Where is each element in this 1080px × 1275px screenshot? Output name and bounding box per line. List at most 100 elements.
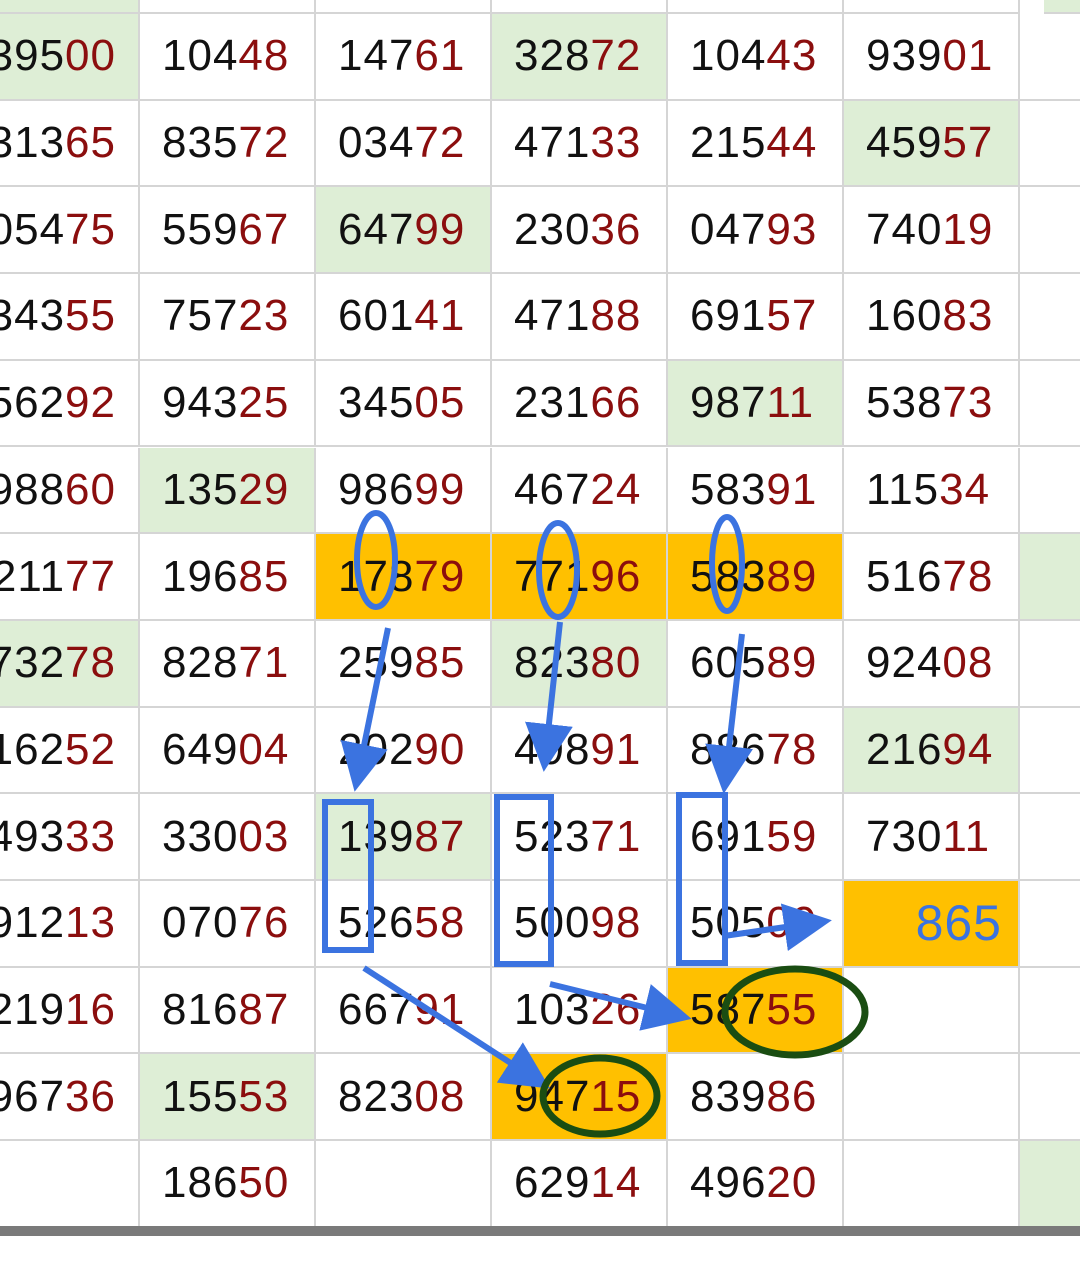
grid-cell[interactable]: 070 76 <box>140 881 316 968</box>
grid-cell-header-stub[interactable] <box>492 0 668 14</box>
grid-cell[interactable]: 500 98 <box>492 881 668 968</box>
grid-cell-header-stub[interactable] <box>844 0 1020 14</box>
grid-cell[interactable]: 395 00 <box>0 14 140 101</box>
grid-cell[interactable] <box>1020 1141 1080 1228</box>
grid-cell[interactable]: 605 89 <box>668 620 844 708</box>
grid-cell[interactable]: 115 34 <box>844 447 1020 535</box>
grid-cell[interactable]: 467 24 <box>492 447 668 535</box>
grid-cell[interactable] <box>844 1141 1020 1228</box>
grid-cell[interactable] <box>1020 14 1080 101</box>
grid-cell[interactable]: 047 93 <box>668 187 844 275</box>
grid-cell[interactable]: 459 57 <box>844 100 1020 188</box>
grid-cell[interactable]: 986 99 <box>316 447 492 535</box>
grid-cell[interactable]: 649 04 <box>140 707 316 795</box>
grid-cell[interactable]: 216 94 <box>844 707 1020 795</box>
grid-cell[interactable]: 587 55 <box>668 967 844 1055</box>
grid-cell[interactable]: 471 88 <box>492 274 668 361</box>
grid-cell[interactable] <box>1020 361 1080 448</box>
grid-cell[interactable]: 924 08 <box>844 620 1020 708</box>
grid-cell[interactable]: 516 78 <box>844 534 1020 621</box>
grid-cell[interactable]: 559 67 <box>140 187 316 275</box>
grid-cell[interactable]: 647 99 <box>316 187 492 275</box>
grid-cell[interactable]: 313 65 <box>0 100 140 188</box>
grid-cell[interactable] <box>316 1141 492 1228</box>
grid-cell[interactable]: 839 86 <box>668 1054 844 1142</box>
grid-cell[interactable]: 526 58 <box>316 881 492 968</box>
grid-cell[interactable] <box>1020 448 1080 535</box>
grid-cell[interactable]: 104 48 <box>140 14 316 101</box>
grid-cell[interactable] <box>1020 621 1080 708</box>
grid-cell[interactable]: 139 87 <box>316 794 492 881</box>
grid-cell[interactable]: 230 36 <box>492 187 668 275</box>
grid-cell[interactable] <box>1020 1054 1080 1142</box>
grid-cell[interactable]: 691 57 <box>668 274 844 361</box>
grid-cell[interactable]: 732 78 <box>0 620 140 708</box>
grid-cell[interactable]: 816 87 <box>140 967 316 1055</box>
grid-cell-header-stub[interactable] <box>668 0 844 14</box>
grid-cell[interactable]: 987 11 <box>668 360 844 448</box>
grid-cell[interactable]: 202 90 <box>316 707 492 795</box>
grid-cell[interactable]: 523 71 <box>492 794 668 881</box>
grid-cell[interactable]: 939 01 <box>844 14 1020 101</box>
grid-cell[interactable]: 343 55 <box>0 274 140 361</box>
grid-cell[interactable]: 196 85 <box>140 534 316 621</box>
grid-cell[interactable]: 828 71 <box>140 620 316 708</box>
grid-cell[interactable]: 691 59 <box>668 794 844 881</box>
grid-cell-header-stub[interactable] <box>140 0 316 14</box>
grid-cell[interactable]: 943 25 <box>140 360 316 448</box>
grid-cell[interactable]: 498 91 <box>492 707 668 795</box>
grid-cell[interactable] <box>0 1141 140 1228</box>
grid-cell[interactable]: 771 96 <box>492 534 668 621</box>
grid-cell[interactable] <box>844 967 1020 1055</box>
grid-cell[interactable] <box>1020 274 1080 361</box>
grid-cell[interactable]: 104 43 <box>668 14 844 101</box>
grid-cell[interactable] <box>1020 187 1080 275</box>
grid-cell[interactable]: 493 33 <box>0 794 140 881</box>
grid-cell-header-stub[interactable] <box>316 0 492 14</box>
grid-cell[interactable]: 583 91 <box>668 447 844 535</box>
grid-cell[interactable] <box>1020 101 1080 188</box>
grid-cell[interactable]: 103 26 <box>492 967 668 1055</box>
horizontal-scrollbar[interactable] <box>0 1226 1080 1236</box>
grid-cell[interactable] <box>1020 708 1080 795</box>
grid-cell[interactable]: 823 08 <box>316 1054 492 1142</box>
grid-cell[interactable]: 538 73 <box>844 360 1020 448</box>
grid-cell[interactable]: 886 78 <box>668 707 844 795</box>
grid-cell[interactable]: 629 14 <box>492 1141 668 1228</box>
grid-cell[interactable] <box>1020 794 1080 881</box>
grid-cell[interactable]: 835 72 <box>140 100 316 188</box>
grid-cell[interactable]: 667 91 <box>316 967 492 1055</box>
grid-cell-header-stub[interactable] <box>0 0 140 14</box>
grid-cell[interactable]: 231 66 <box>492 360 668 448</box>
grid-cell[interactable]: 054 75 <box>0 187 140 275</box>
grid-cell[interactable]: 505 09 <box>668 881 844 968</box>
grid-cell[interactable]: 215 44 <box>668 100 844 188</box>
grid-cell[interactable]: 259 85 <box>316 620 492 708</box>
grid-cell[interactable]: 740 19 <box>844 187 1020 275</box>
grid-cell[interactable]: 178 79 <box>316 534 492 621</box>
grid-cell[interactable]: 967 36 <box>0 1054 140 1142</box>
grid-cell[interactable]: 562 92 <box>0 360 140 448</box>
grid-cell[interactable]: 147 61 <box>316 14 492 101</box>
grid-cell[interactable]: 034 72 <box>316 100 492 188</box>
grid-cell[interactable]: 601 41 <box>316 274 492 361</box>
grid-cell[interactable]: 155 53 <box>140 1054 316 1142</box>
grid-cell[interactable]: 947 15 <box>492 1054 668 1142</box>
grid-cell[interactable]: 496 20 <box>668 1141 844 1228</box>
grid-cell[interactable]: 345 05 <box>316 360 492 448</box>
grid-cell[interactable]: 162 52 <box>0 707 140 795</box>
grid-cell[interactable]: 988 60 <box>0 447 140 535</box>
grid-cell[interactable]: 823 80 <box>492 620 668 708</box>
grid-cell[interactable]: 865 <box>844 881 1020 968</box>
grid-cell[interactable]: 757 23 <box>140 274 316 361</box>
grid-cell-header-stub[interactable] <box>1044 0 1080 14</box>
grid-cell[interactable] <box>1020 881 1080 968</box>
grid-cell[interactable] <box>844 1054 1020 1142</box>
grid-cell[interactable]: 328 72 <box>492 14 668 101</box>
grid-cell[interactable]: 219 16 <box>0 967 140 1055</box>
grid-cell[interactable]: 160 83 <box>844 274 1020 361</box>
grid-cell[interactable]: 330 03 <box>140 794 316 881</box>
grid-cell[interactable]: 912 13 <box>0 881 140 968</box>
grid-cell[interactable]: 583 89 <box>668 534 844 621</box>
grid-cell[interactable] <box>1020 534 1080 621</box>
